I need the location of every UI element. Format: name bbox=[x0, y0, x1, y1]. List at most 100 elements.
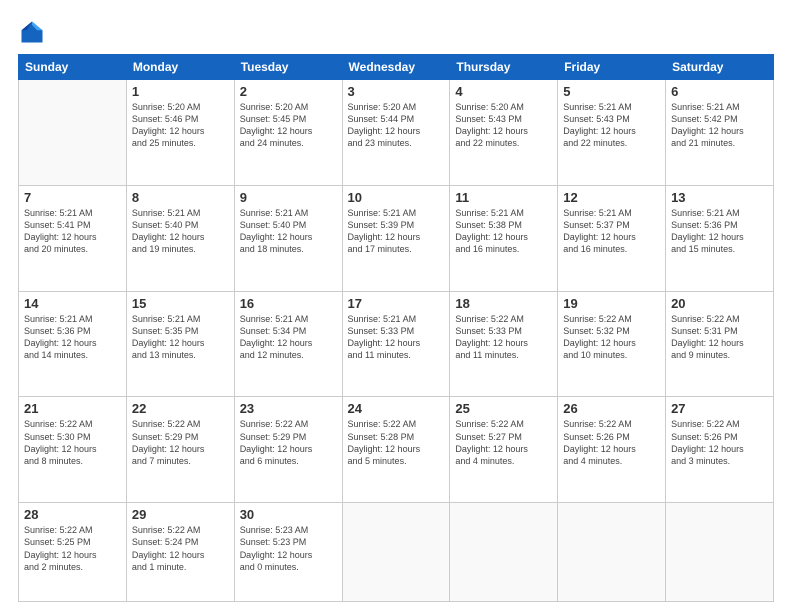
day-info: Sunrise: 5:22 AM Sunset: 5:27 PM Dayligh… bbox=[455, 418, 552, 467]
day-info: Sunrise: 5:22 AM Sunset: 5:32 PM Dayligh… bbox=[563, 313, 660, 362]
day-info: Sunrise: 5:21 AM Sunset: 5:37 PM Dayligh… bbox=[563, 207, 660, 256]
day-info: Sunrise: 5:20 AM Sunset: 5:46 PM Dayligh… bbox=[132, 101, 229, 150]
calendar-cell: 4 Sunrise: 5:20 AM Sunset: 5:43 PM Daylig… bbox=[450, 80, 558, 186]
day-info: Sunrise: 5:21 AM Sunset: 5:33 PM Dayligh… bbox=[348, 313, 445, 362]
day-number: 17 bbox=[348, 296, 445, 311]
day-number: 30 bbox=[240, 507, 337, 522]
calendar-cell: 23 Sunrise: 5:22 AM Sunset: 5:29 PM Dayli… bbox=[234, 397, 342, 503]
calendar-week-4: 21 Sunrise: 5:22 AM Sunset: 5:30 PM Dayli… bbox=[19, 397, 774, 503]
day-number: 29 bbox=[132, 507, 229, 522]
day-number: 16 bbox=[240, 296, 337, 311]
day-number: 9 bbox=[240, 190, 337, 205]
calendar-week-3: 14 Sunrise: 5:21 AM Sunset: 5:36 PM Dayli… bbox=[19, 291, 774, 397]
calendar-table: SundayMondayTuesdayWednesdayThursdayFrid… bbox=[18, 54, 774, 602]
day-number: 3 bbox=[348, 84, 445, 99]
day-info: Sunrise: 5:21 AM Sunset: 5:41 PM Dayligh… bbox=[24, 207, 121, 256]
day-number: 25 bbox=[455, 401, 552, 416]
calendar-cell: 3 Sunrise: 5:20 AM Sunset: 5:44 PM Daylig… bbox=[342, 80, 450, 186]
day-number: 15 bbox=[132, 296, 229, 311]
calendar-header-thursday: Thursday bbox=[450, 55, 558, 80]
calendar-cell bbox=[558, 503, 666, 602]
header bbox=[18, 18, 774, 46]
calendar-cell: 25 Sunrise: 5:22 AM Sunset: 5:27 PM Dayli… bbox=[450, 397, 558, 503]
calendar-cell: 1 Sunrise: 5:20 AM Sunset: 5:46 PM Daylig… bbox=[126, 80, 234, 186]
day-number: 10 bbox=[348, 190, 445, 205]
day-info: Sunrise: 5:22 AM Sunset: 5:29 PM Dayligh… bbox=[132, 418, 229, 467]
day-number: 14 bbox=[24, 296, 121, 311]
calendar-cell: 18 Sunrise: 5:22 AM Sunset: 5:33 PM Dayli… bbox=[450, 291, 558, 397]
day-info: Sunrise: 5:20 AM Sunset: 5:43 PM Dayligh… bbox=[455, 101, 552, 150]
calendar-cell: 28Sunrise: 5:22 AM Sunset: 5:25 PM Dayli… bbox=[19, 503, 127, 602]
calendar-cell: 22 Sunrise: 5:22 AM Sunset: 5:29 PM Dayli… bbox=[126, 397, 234, 503]
day-info: Sunrise: 5:22 AM Sunset: 5:26 PM Dayligh… bbox=[671, 418, 768, 467]
calendar-header-sunday: Sunday bbox=[19, 55, 127, 80]
day-number: 1 bbox=[132, 84, 229, 99]
calendar-cell: 13 Sunrise: 5:21 AM Sunset: 5:36 PM Dayli… bbox=[666, 185, 774, 291]
day-info: Sunrise: 5:21 AM Sunset: 5:36 PM Dayligh… bbox=[671, 207, 768, 256]
day-number: 4 bbox=[455, 84, 552, 99]
calendar-cell: 12 Sunrise: 5:21 AM Sunset: 5:37 PM Dayli… bbox=[558, 185, 666, 291]
day-number: 11 bbox=[455, 190, 552, 205]
day-number: 23 bbox=[240, 401, 337, 416]
day-info: Sunrise: 5:21 AM Sunset: 5:40 PM Dayligh… bbox=[132, 207, 229, 256]
day-info: Sunrise: 5:23 AM Sunset: 5:23 PM Dayligh… bbox=[240, 524, 337, 573]
calendar-cell bbox=[666, 503, 774, 602]
day-number: 12 bbox=[563, 190, 660, 205]
day-number: 2 bbox=[240, 84, 337, 99]
calendar-cell: 17 Sunrise: 5:21 AM Sunset: 5:33 PM Dayli… bbox=[342, 291, 450, 397]
calendar-cell: 26Sunrise: 5:22 AM Sunset: 5:26 PM Dayli… bbox=[558, 397, 666, 503]
calendar-week-5: 28Sunrise: 5:22 AM Sunset: 5:25 PM Dayli… bbox=[19, 503, 774, 602]
calendar-cell: 6 Sunrise: 5:21 AM Sunset: 5:42 PM Daylig… bbox=[666, 80, 774, 186]
day-info: Sunrise: 5:21 AM Sunset: 5:38 PM Dayligh… bbox=[455, 207, 552, 256]
day-number: 7 bbox=[24, 190, 121, 205]
day-number: 18 bbox=[455, 296, 552, 311]
calendar-header-monday: Monday bbox=[126, 55, 234, 80]
calendar-cell bbox=[450, 503, 558, 602]
calendar-cell: 11 Sunrise: 5:21 AM Sunset: 5:38 PM Dayli… bbox=[450, 185, 558, 291]
day-info: Sunrise: 5:22 AM Sunset: 5:33 PM Dayligh… bbox=[455, 313, 552, 362]
page: SundayMondayTuesdayWednesdayThursdayFrid… bbox=[0, 0, 792, 612]
day-info: Sunrise: 5:21 AM Sunset: 5:40 PM Dayligh… bbox=[240, 207, 337, 256]
day-info: Sunrise: 5:21 AM Sunset: 5:34 PM Dayligh… bbox=[240, 313, 337, 362]
day-number: 21 bbox=[24, 401, 121, 416]
calendar-cell: 15 Sunrise: 5:21 AM Sunset: 5:35 PM Dayli… bbox=[126, 291, 234, 397]
calendar-cell: 24Sunrise: 5:22 AM Sunset: 5:28 PM Dayli… bbox=[342, 397, 450, 503]
day-info: Sunrise: 5:21 AM Sunset: 5:35 PM Dayligh… bbox=[132, 313, 229, 362]
day-info: Sunrise: 5:20 AM Sunset: 5:45 PM Dayligh… bbox=[240, 101, 337, 150]
day-number: 24 bbox=[348, 401, 445, 416]
calendar-header-saturday: Saturday bbox=[666, 55, 774, 80]
day-info: Sunrise: 5:22 AM Sunset: 5:26 PM Dayligh… bbox=[563, 418, 660, 467]
day-info: Sunrise: 5:22 AM Sunset: 5:25 PM Dayligh… bbox=[24, 524, 121, 573]
calendar-cell: 21 Sunrise: 5:22 AM Sunset: 5:30 PM Dayli… bbox=[19, 397, 127, 503]
calendar-cell: 8Sunrise: 5:21 AM Sunset: 5:40 PM Daylig… bbox=[126, 185, 234, 291]
calendar-cell: 30 Sunrise: 5:23 AM Sunset: 5:23 PM Dayli… bbox=[234, 503, 342, 602]
calendar-week-2: 7 Sunrise: 5:21 AM Sunset: 5:41 PM Daylig… bbox=[19, 185, 774, 291]
day-info: Sunrise: 5:20 AM Sunset: 5:44 PM Dayligh… bbox=[348, 101, 445, 150]
calendar-cell: 20Sunrise: 5:22 AM Sunset: 5:31 PM Dayli… bbox=[666, 291, 774, 397]
day-info: Sunrise: 5:21 AM Sunset: 5:43 PM Dayligh… bbox=[563, 101, 660, 150]
day-number: 19 bbox=[563, 296, 660, 311]
calendar-header-tuesday: Tuesday bbox=[234, 55, 342, 80]
calendar-cell: 7 Sunrise: 5:21 AM Sunset: 5:41 PM Daylig… bbox=[19, 185, 127, 291]
day-info: Sunrise: 5:21 AM Sunset: 5:42 PM Dayligh… bbox=[671, 101, 768, 150]
calendar-week-1: 1 Sunrise: 5:20 AM Sunset: 5:46 PM Daylig… bbox=[19, 80, 774, 186]
day-number: 6 bbox=[671, 84, 768, 99]
calendar-cell: 9 Sunrise: 5:21 AM Sunset: 5:40 PM Daylig… bbox=[234, 185, 342, 291]
calendar-cell bbox=[19, 80, 127, 186]
calendar-cell: 2 Sunrise: 5:20 AM Sunset: 5:45 PM Daylig… bbox=[234, 80, 342, 186]
calendar-cell: 27 Sunrise: 5:22 AM Sunset: 5:26 PM Dayli… bbox=[666, 397, 774, 503]
day-number: 20 bbox=[671, 296, 768, 311]
day-info: Sunrise: 5:21 AM Sunset: 5:36 PM Dayligh… bbox=[24, 313, 121, 362]
logo bbox=[18, 18, 50, 46]
day-info: Sunrise: 5:22 AM Sunset: 5:30 PM Dayligh… bbox=[24, 418, 121, 467]
calendar-cell: 29 Sunrise: 5:22 AM Sunset: 5:24 PM Dayli… bbox=[126, 503, 234, 602]
day-number: 5 bbox=[563, 84, 660, 99]
calendar-cell: 10 Sunrise: 5:21 AM Sunset: 5:39 PM Dayli… bbox=[342, 185, 450, 291]
day-info: Sunrise: 5:21 AM Sunset: 5:39 PM Dayligh… bbox=[348, 207, 445, 256]
calendar-cell: 5 Sunrise: 5:21 AM Sunset: 5:43 PM Daylig… bbox=[558, 80, 666, 186]
day-info: Sunrise: 5:22 AM Sunset: 5:29 PM Dayligh… bbox=[240, 418, 337, 467]
day-number: 22 bbox=[132, 401, 229, 416]
day-number: 27 bbox=[671, 401, 768, 416]
day-info: Sunrise: 5:22 AM Sunset: 5:24 PM Dayligh… bbox=[132, 524, 229, 573]
day-number: 13 bbox=[671, 190, 768, 205]
